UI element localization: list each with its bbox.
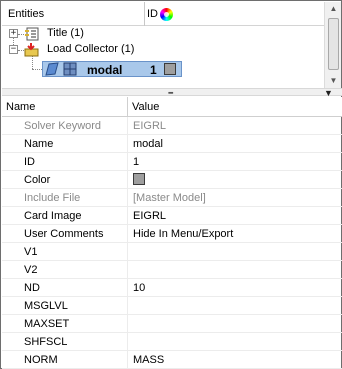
property-name: Color <box>24 174 51 186</box>
property-name: Solver Keyword <box>24 120 102 132</box>
property-name: SHFSCL <box>24 336 68 348</box>
column-divider <box>127 333 128 351</box>
property-value[interactable]: MASS <box>133 354 164 366</box>
column-divider[interactable] <box>127 97 128 117</box>
property-row-id[interactable]: ID 1 <box>2 153 342 171</box>
panel-splitter[interactable]: ▪▪▪ ▼ <box>2 88 342 98</box>
property-name: Include File <box>24 192 81 204</box>
property-value[interactable]: Hide In Menu/Export <box>133 228 233 240</box>
property-name: User Comments <box>24 228 104 240</box>
property-value: [Master Model] <box>133 192 206 204</box>
property-row-shfscl[interactable]: SHFSCL <box>2 333 342 351</box>
scroll-thumb[interactable] <box>328 18 339 70</box>
property-name: MSGLVL <box>24 300 68 312</box>
column-divider <box>127 243 128 261</box>
column-divider <box>127 153 128 171</box>
property-row-solver-keyword[interactable]: Solver Keyword EIGRL <box>2 117 342 135</box>
property-row-norm[interactable]: NORM MASS <box>2 351 342 369</box>
column-header-id-label: ID <box>147 8 158 20</box>
component-icon <box>44 62 60 79</box>
entity-tree: + Title (1) − Load Collector (1) modal 1 <box>2 26 324 85</box>
property-name: ND <box>24 282 40 294</box>
splitter-grip-icon[interactable]: ▪▪▪ <box>168 90 174 97</box>
property-value[interactable]: 10 <box>133 282 145 294</box>
scroll-up-icon[interactable]: ▲ <box>325 2 342 16</box>
column-divider <box>127 351 128 369</box>
property-row-v1[interactable]: V1 <box>2 243 342 261</box>
property-row-nd[interactable]: ND 10 <box>2 279 342 297</box>
load-collector-icon <box>24 43 40 57</box>
property-row-v2[interactable]: V2 <box>2 261 342 279</box>
column-header-id[interactable]: ID <box>144 2 184 26</box>
tree-item-title[interactable]: + Title (1) <box>2 26 324 42</box>
column-divider <box>127 261 128 279</box>
property-row-msglvl[interactable]: MSGLVL <box>2 297 342 315</box>
property-value: EIGRL <box>133 120 167 132</box>
entity-browser-panel: Entities ID + Title (1) − Load Collector… <box>0 0 342 369</box>
scroll-down-icon[interactable]: ▼ <box>325 74 342 88</box>
column-header-entities[interactable]: Entities <box>8 8 44 20</box>
tree-item-modal[interactable]: modal 1 <box>42 61 182 77</box>
property-name: NORM <box>24 354 58 366</box>
color-wheel-icon[interactable] <box>160 8 173 21</box>
column-divider <box>127 297 128 315</box>
selected-entity-id: 1 <box>150 63 157 77</box>
column-divider <box>127 171 128 189</box>
column-header-value[interactable]: Value <box>132 101 159 113</box>
column-divider <box>127 207 128 225</box>
column-divider <box>127 279 128 297</box>
property-value[interactable]: EIGRL <box>133 210 166 222</box>
property-row-include-file[interactable]: Include File [Master Model] <box>2 189 342 207</box>
tree-connector <box>32 69 42 70</box>
tree-scrollbar[interactable]: ▲ ▼ <box>324 2 341 88</box>
property-row-maxset[interactable]: MAXSET <box>2 315 342 333</box>
mesh-icon <box>63 62 77 79</box>
column-divider <box>127 117 128 135</box>
property-name: Name <box>24 138 54 150</box>
property-name: ID <box>24 156 35 168</box>
color-swatch[interactable] <box>133 173 145 185</box>
property-value[interactable]: modal <box>133 138 163 150</box>
column-divider <box>127 315 128 333</box>
expand-icon[interactable]: + <box>9 29 18 38</box>
property-name: V1 <box>24 246 38 258</box>
property-row-name[interactable]: Name modal <box>2 135 342 153</box>
column-divider <box>127 225 128 243</box>
property-row-card-image[interactable]: Card Image EIGRL <box>2 207 342 225</box>
column-divider <box>127 189 128 207</box>
column-header-name[interactable]: Name <box>6 101 35 113</box>
tree-item-label: Load Collector (1) <box>47 43 135 55</box>
tree-item-load-collector[interactable]: − Load Collector (1) <box>2 42 324 58</box>
property-name: Card Image <box>24 210 82 222</box>
tree-header: Entities ID <box>2 2 324 26</box>
property-row-user-comments[interactable]: User Comments Hide In Menu/Export <box>2 225 342 243</box>
collapse-icon[interactable]: − <box>9 45 18 54</box>
column-divider <box>127 135 128 153</box>
color-swatch[interactable] <box>164 63 176 75</box>
selected-entity-name: modal <box>87 63 123 77</box>
property-name: V2 <box>24 264 38 276</box>
property-value[interactable]: 1 <box>133 156 139 168</box>
properties-header: Name Value <box>2 97 342 117</box>
tree-item-label: Title (1) <box>47 27 84 39</box>
property-name: MAXSET <box>24 318 70 330</box>
title-icon <box>24 27 40 41</box>
property-row-color[interactable]: Color <box>2 171 342 189</box>
